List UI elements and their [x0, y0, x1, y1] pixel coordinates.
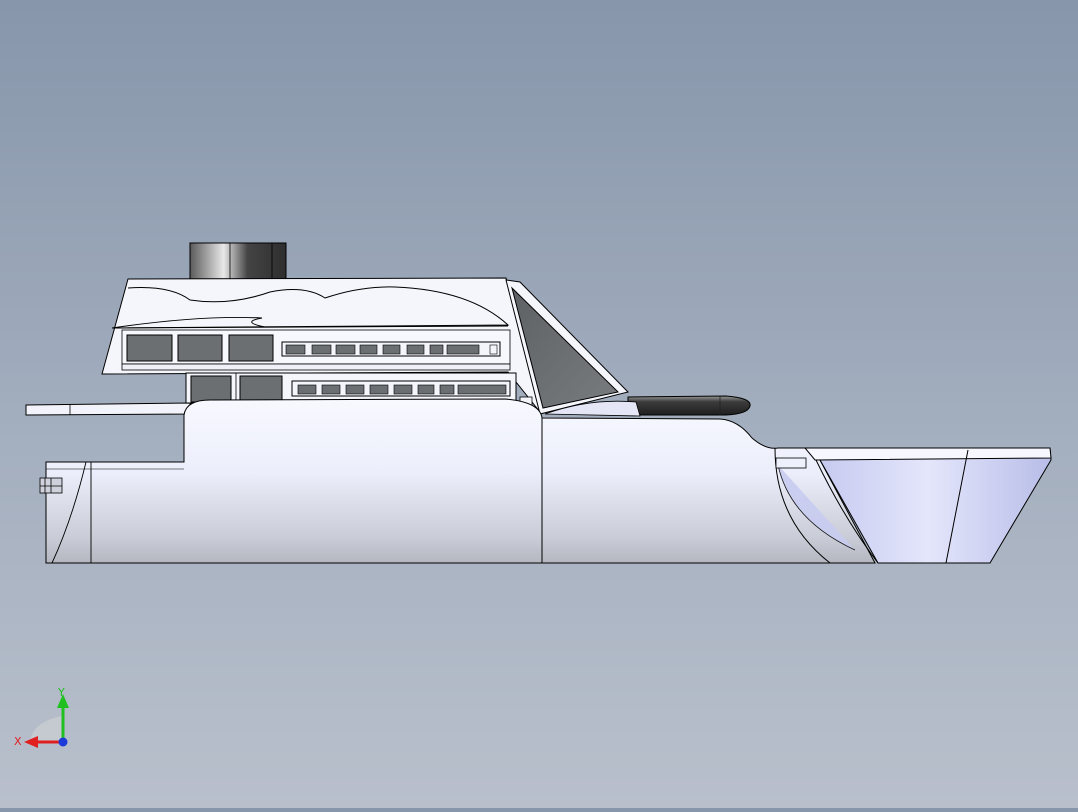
- coordinate-triad: Y X: [10, 684, 80, 754]
- upper-window-strip: [281, 341, 501, 357]
- upper-large-windows: [126, 334, 274, 362]
- yacht-model[interactable]: [0, 0, 1078, 808]
- main-hull: [45, 398, 876, 564]
- graphics-viewport[interactable]: [0, 0, 1078, 808]
- rear-deck-platform: [25, 402, 191, 416]
- y-axis-label: Y: [57, 686, 65, 699]
- x-axis-label: X: [14, 735, 22, 748]
- funnel: [189, 242, 287, 280]
- z-axis-origin: [58, 737, 68, 747]
- stern-fitting: [39, 477, 63, 494]
- windshield: [505, 279, 629, 415]
